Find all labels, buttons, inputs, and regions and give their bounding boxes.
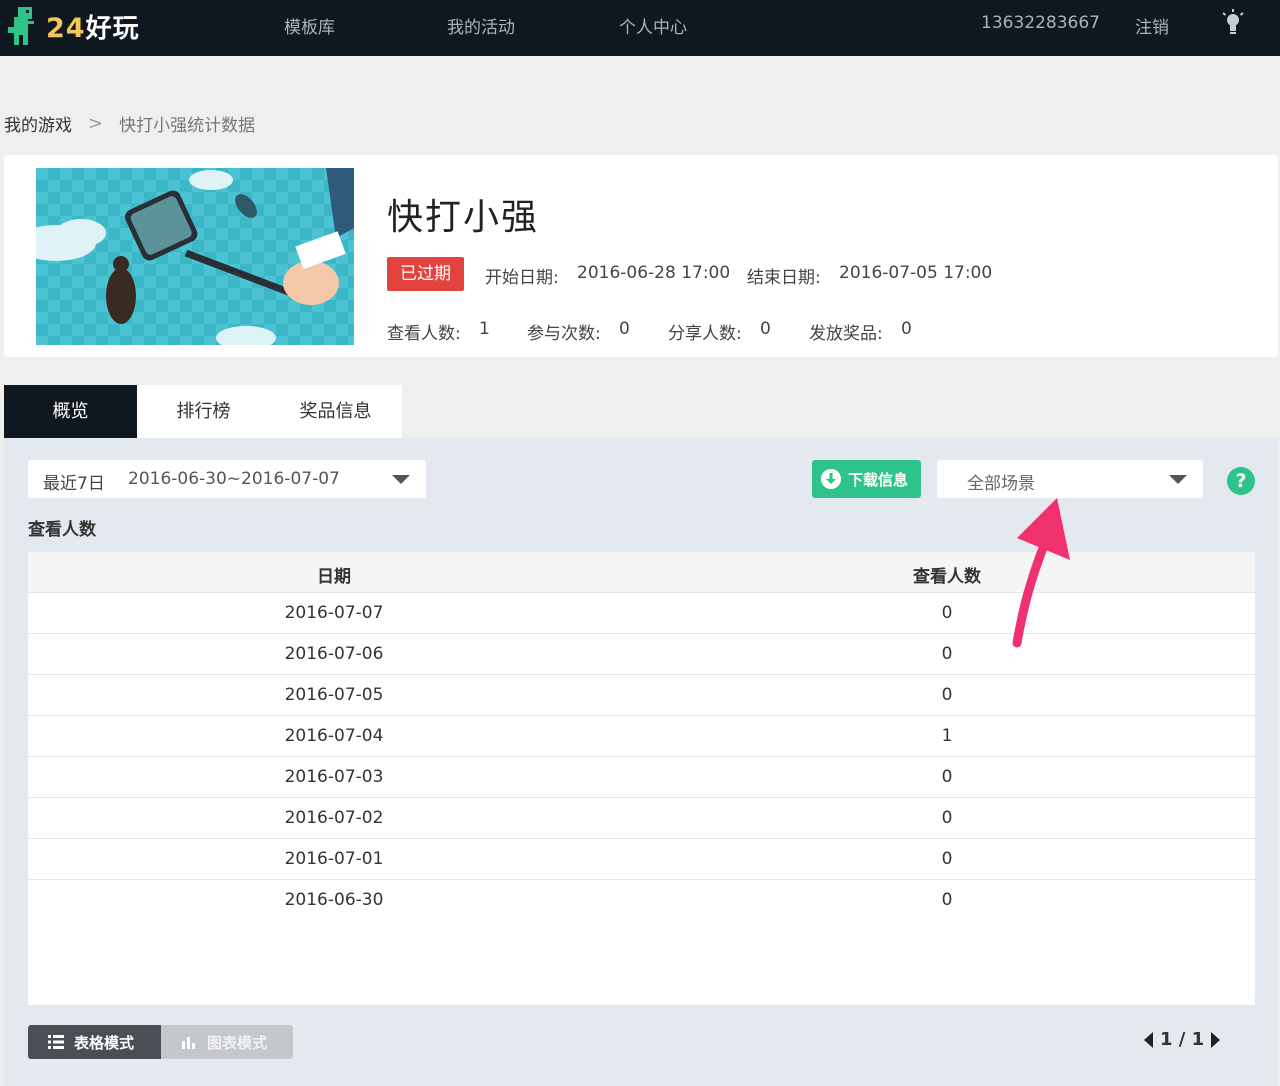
stat-prizes-label: 发放奖品: [809, 324, 883, 344]
table-row: 2016-07-05 0 [28, 675, 1255, 716]
pagination: 1 / 1 [1144, 1029, 1221, 1050]
cell-date: 2016-07-01 [284, 849, 384, 869]
nav-personal-center[interactable]: 个人中心 [619, 13, 687, 38]
header-date: 日期 [317, 567, 351, 587]
status-badge: 已过期 [387, 257, 464, 291]
start-date-label: 开始日期: [485, 268, 559, 288]
top-nav: 24好玩 模板库 我的活动 个人中心 13632283667 注销 [0, 0, 1280, 56]
logo-number: 24 [46, 12, 86, 44]
stat-shares-value: 0 [760, 319, 771, 339]
stat-shares-label: 分享人数: [668, 324, 742, 344]
cell-views: 0 [941, 767, 953, 787]
cell-views: 0 [941, 890, 953, 910]
cell-date: 2016-07-05 [284, 685, 384, 705]
stat-plays-value: 0 [619, 319, 630, 339]
breadcrumb-my-games[interactable]: 我的游戏 [4, 111, 72, 136]
tab-prize-info[interactable]: 奖品信息 [269, 385, 402, 438]
stat-views-value: 1 [479, 319, 490, 339]
game-thumbnail [36, 168, 354, 345]
prev-page-icon[interactable] [1144, 1031, 1153, 1048]
next-page-icon[interactable] [1211, 1031, 1221, 1048]
date-range-label: 最近7日 [43, 474, 105, 494]
end-date-label: 结束日期: [747, 268, 821, 288]
cell-views: 0 [941, 644, 953, 664]
user-phone[interactable]: 13632283667 [981, 13, 1100, 33]
tab-overview[interactable]: 概览 [4, 385, 137, 438]
cell-views: 1 [941, 726, 953, 746]
date-range-select[interactable]: 最近7日 2016-06-30~2016-07-07 [28, 460, 426, 498]
dinosaur-logo-icon [8, 7, 34, 45]
game-title: 快打小强 [387, 197, 540, 238]
annotation-arrow-icon [1012, 498, 1070, 648]
download-label: 下载信息 [848, 470, 909, 489]
nav-my-activities[interactable]: 我的活动 [447, 13, 515, 38]
table-mode-label: 表格模式 [74, 1033, 135, 1052]
nav-template-library[interactable]: 模板库 [284, 13, 335, 38]
logo[interactable]: 24好玩 [4, 4, 140, 48]
table-mode-button[interactable]: 表格模式 [28, 1025, 161, 1059]
end-date-value: 2016-07-05 17:00 [839, 263, 993, 283]
chart-mode-button[interactable]: 图表模式 [161, 1025, 293, 1059]
chart-mode-label: 图表模式 [207, 1033, 268, 1052]
download-icon [821, 469, 841, 489]
cell-date: 2016-07-02 [284, 808, 384, 828]
stat-plays-label: 参与次数: [527, 324, 601, 344]
logout-link[interactable]: 注销 [1135, 13, 1169, 38]
cell-views: 0 [941, 849, 953, 869]
section-title: 查看人数 [28, 520, 96, 540]
cell-views: 0 [941, 603, 953, 623]
chevron-right-icon: > [88, 113, 104, 134]
tab-leaderboard[interactable]: 排行榜 [137, 385, 270, 438]
table-row: 2016-06-30 0 [28, 880, 1255, 921]
cell-date: 2016-07-07 [284, 603, 384, 623]
breadcrumb: 我的游戏 > 快打小强统计数据 [4, 111, 255, 136]
breadcrumb-current: 快打小强统计数据 [119, 116, 256, 136]
cell-date: 2016-07-06 [284, 644, 384, 664]
help-icon[interactable]: ? [1227, 467, 1255, 495]
chevron-down-icon [392, 475, 410, 484]
cell-views: 0 [941, 685, 953, 705]
cell-views: 0 [941, 808, 953, 828]
cell-date: 2016-07-04 [284, 726, 384, 746]
logo-name: 好玩 [85, 13, 140, 44]
scene-value: 全部场景 [967, 474, 1035, 494]
cell-date: 2016-06-30 [284, 890, 384, 910]
list-icon [48, 1035, 64, 1049]
table-row: 2016-07-04 1 [28, 716, 1255, 757]
date-range-value: 2016-06-30~2016-07-07 [128, 469, 340, 489]
bar-chart-icon [182, 1037, 195, 1049]
stat-prizes-value: 0 [901, 319, 912, 339]
page-indicator: 1 / 1 [1160, 1029, 1205, 1050]
table-row: 2016-07-01 0 [28, 839, 1255, 880]
game-info-card: 快打小强 已过期 开始日期: 2016-06-28 17:00 结束日期: 20… [4, 155, 1278, 357]
table-row: 2016-07-02 0 [28, 798, 1255, 839]
stat-views-label: 查看人数: [387, 324, 461, 344]
cell-date: 2016-07-03 [284, 767, 384, 787]
table-row: 2016-07-03 0 [28, 757, 1255, 798]
scene-select[interactable]: 全部场景 [937, 460, 1203, 498]
lightbulb-icon[interactable] [1221, 9, 1245, 39]
download-button[interactable]: 下载信息 [812, 460, 921, 498]
start-date-value: 2016-06-28 17:00 [577, 263, 731, 283]
chevron-down-icon [1169, 475, 1187, 484]
header-views: 查看人数 [913, 567, 981, 587]
